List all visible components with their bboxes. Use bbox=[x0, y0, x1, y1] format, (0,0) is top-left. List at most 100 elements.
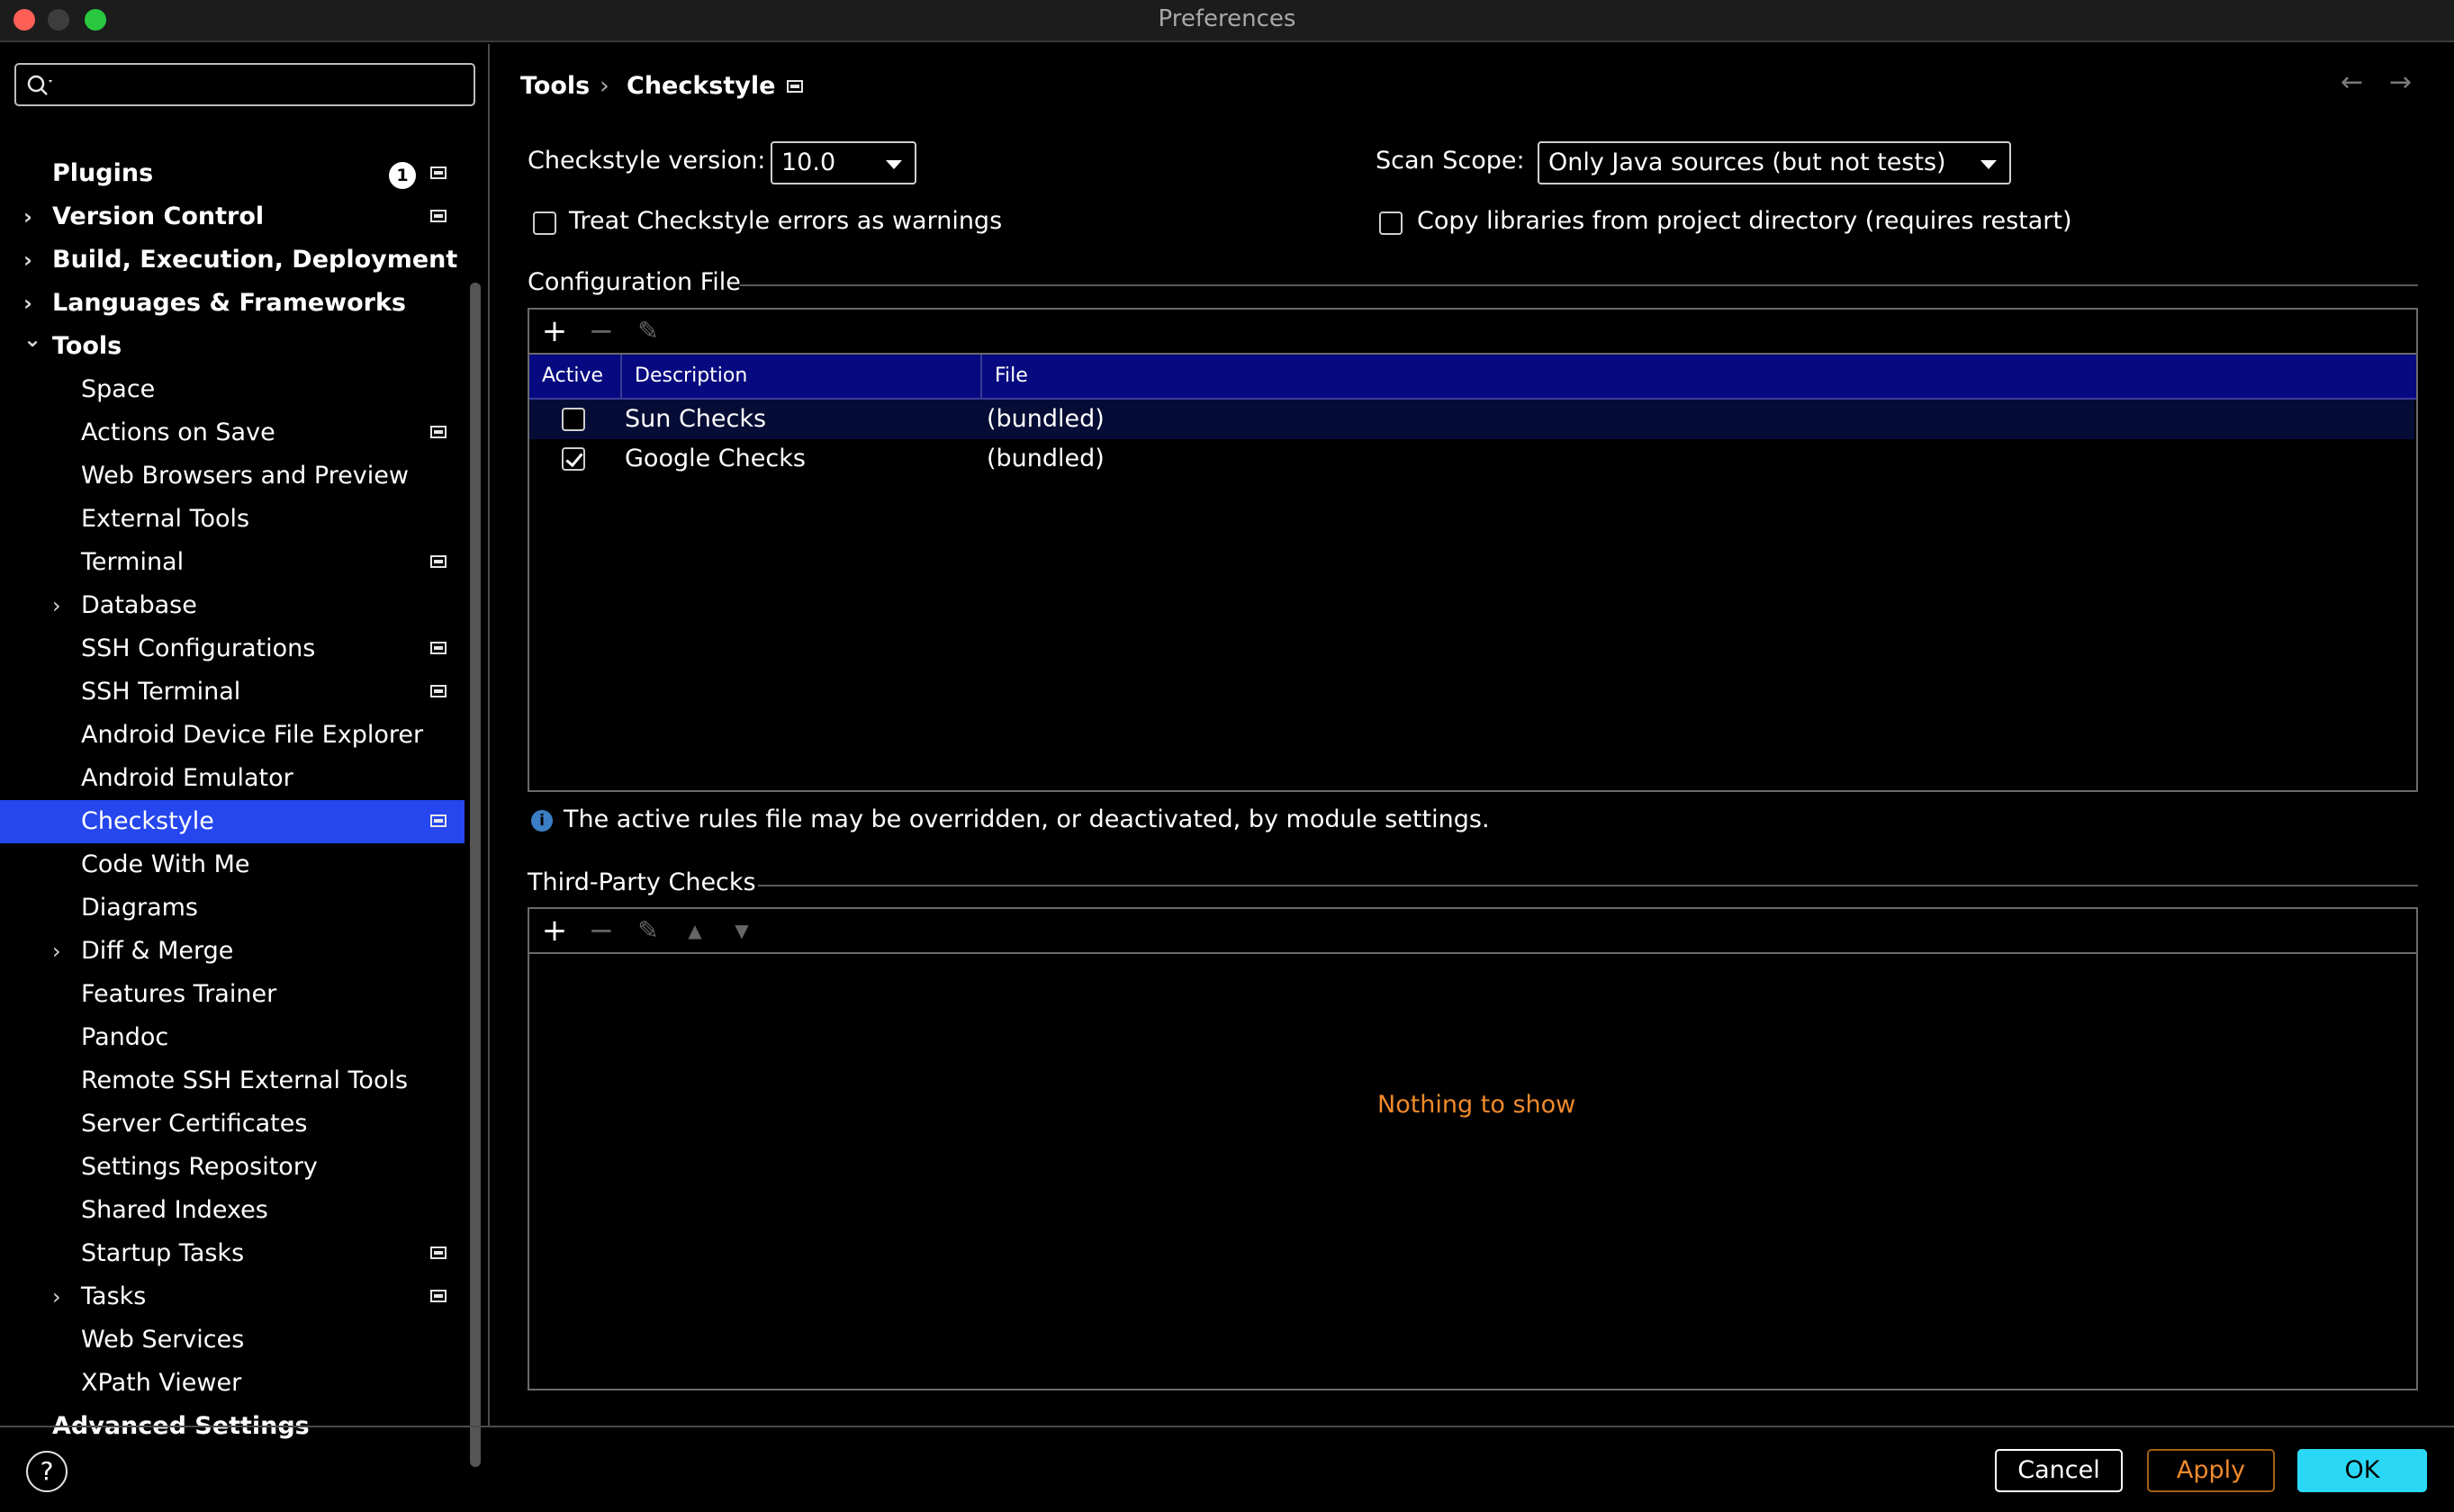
sidebar-item-xpath-viewer[interactable]: XPath Viewer bbox=[0, 1362, 465, 1405]
active-checkbox[interactable] bbox=[562, 408, 585, 431]
project-level-icon bbox=[430, 1290, 447, 1302]
sidebar-item-checkstyle[interactable]: Checkstyle bbox=[0, 800, 465, 843]
table-row[interactable]: Google Checks (bundled) bbox=[529, 439, 2414, 479]
back-arrow-icon[interactable]: ← bbox=[2341, 67, 2363, 98]
breadcrumb-parent[interactable]: Tools bbox=[520, 68, 590, 104]
sidebar-item-web-browsers-and-preview[interactable]: Web Browsers and Preview bbox=[0, 454, 465, 498]
sidebar-item-label: Space bbox=[81, 375, 156, 403]
sidebar-item-label: Code With Me bbox=[81, 850, 250, 878]
sidebar-item-label: Settings Repository bbox=[81, 1153, 318, 1181]
sidebar-item-web-services[interactable]: Web Services bbox=[0, 1318, 465, 1362]
treat-errors-label[interactable]: Treat Checkstyle errors as warnings bbox=[569, 207, 1002, 235]
sidebar-item-external-tools[interactable]: External Tools bbox=[0, 498, 465, 541]
footer-divider bbox=[0, 1426, 2454, 1427]
project-level-icon bbox=[430, 685, 447, 698]
sidebar-item-remote-ssh-external-tools[interactable]: Remote SSH External Tools bbox=[0, 1059, 465, 1102]
sidebar-item-tools[interactable]: ⌄ Tools bbox=[0, 325, 465, 368]
scan-scope-select[interactable]: Only Java sources (but not tests) bbox=[1538, 141, 2011, 184]
sidebar-item-code-with-me[interactable]: Code With Me bbox=[0, 843, 465, 886]
chevron-right-icon[interactable]: › bbox=[52, 584, 61, 627]
chevron-right-icon[interactable]: › bbox=[23, 238, 32, 282]
sidebar-item-android-emulator[interactable]: Android Emulator bbox=[0, 757, 465, 800]
configuration-toolbar: + − ✎ bbox=[529, 310, 2416, 355]
chevron-down-icon[interactable]: ⌄ bbox=[23, 318, 41, 361]
chevron-right-icon[interactable]: › bbox=[23, 195, 32, 238]
chevron-right-icon[interactable]: › bbox=[52, 1275, 61, 1318]
sidebar-item-label: Shared Indexes bbox=[81, 1196, 268, 1224]
sidebar-item-plugins[interactable]: Plugins 1 bbox=[0, 152, 465, 195]
sidebar-item-build-execution-deployment[interactable]: › Build, Execution, Deployment bbox=[0, 238, 465, 282]
sidebar-item-label: Terminal bbox=[81, 548, 185, 576]
sidebar-item-ssh-configurations[interactable]: SSH Configurations bbox=[0, 627, 465, 670]
add-icon[interactable]: + bbox=[538, 315, 571, 347]
sidebar-item-diff-merge[interactable]: › Diff & Merge bbox=[0, 930, 465, 973]
sidebar-item-space[interactable]: Space bbox=[0, 368, 465, 411]
sidebar-item-label: External Tools bbox=[81, 505, 250, 533]
project-level-icon bbox=[430, 555, 447, 568]
search-field[interactable] bbox=[14, 63, 475, 106]
sidebar-item-label: Version Control bbox=[52, 202, 265, 230]
help-button[interactable]: ? bbox=[26, 1451, 68, 1492]
sidebar-item-shared-indexes[interactable]: Shared Indexes bbox=[0, 1189, 465, 1232]
sidebar-item-startup-tasks[interactable]: Startup Tasks bbox=[0, 1232, 465, 1275]
search-input[interactable] bbox=[59, 70, 465, 99]
column-header-file[interactable]: File bbox=[982, 355, 1522, 398]
sidebar-item-version-control[interactable]: › Version Control bbox=[0, 195, 465, 238]
sidebar-item-label: Android Emulator bbox=[81, 764, 293, 792]
move-down-icon[interactable]: ▼ bbox=[726, 914, 758, 947]
info-text: The active rules file may be overridden,… bbox=[564, 806, 1490, 833]
sidebar-item-terminal[interactable]: Terminal bbox=[0, 541, 465, 584]
sidebar-item-tasks[interactable]: › Tasks bbox=[0, 1275, 465, 1318]
sidebar-item-label: Tools bbox=[52, 332, 122, 360]
remove-icon[interactable]: − bbox=[585, 315, 618, 347]
remove-icon[interactable]: − bbox=[585, 914, 618, 947]
sidebar-item-pandoc[interactable]: Pandoc bbox=[0, 1016, 465, 1059]
breadcrumb-separator: › bbox=[600, 72, 609, 100]
sidebar-item-label: Server Certificates bbox=[81, 1110, 308, 1138]
configuration-file-panel: + − ✎ Active Description File Sun Checks… bbox=[528, 308, 2418, 792]
forward-arrow-icon[interactable]: → bbox=[2389, 67, 2412, 98]
sidebar-item-label: Tasks bbox=[81, 1282, 147, 1310]
copy-libraries-checkbox[interactable] bbox=[1379, 212, 1403, 235]
treat-errors-checkbox[interactable] bbox=[533, 212, 556, 235]
table-row[interactable]: Sun Checks (bundled) bbox=[529, 400, 2414, 439]
copy-libraries-label[interactable]: Copy libraries from project directory (r… bbox=[1417, 207, 2072, 235]
sidebar-item-label: Startup Tasks bbox=[81, 1239, 245, 1267]
add-icon[interactable]: + bbox=[538, 914, 571, 947]
column-header-active[interactable]: Active bbox=[529, 355, 622, 398]
move-up-icon[interactable]: ▲ bbox=[679, 914, 711, 947]
sidebar-item-ssh-terminal[interactable]: SSH Terminal bbox=[0, 670, 465, 714]
row-description: Google Checks bbox=[625, 445, 806, 472]
sidebar-item-database[interactable]: › Database bbox=[0, 584, 465, 627]
ok-button[interactable]: OK bbox=[2297, 1449, 2427, 1492]
apply-button[interactable]: Apply bbox=[2147, 1449, 2275, 1492]
chevron-right-icon[interactable]: › bbox=[52, 930, 61, 973]
sidebar-item-label: Android Device File Explorer bbox=[81, 721, 424, 749]
edit-icon[interactable]: ✎ bbox=[632, 315, 664, 347]
sidebar-item-languages-frameworks[interactable]: › Languages & Frameworks bbox=[0, 282, 465, 325]
checkstyle-version-select[interactable]: 10.0 bbox=[771, 141, 916, 184]
sidebar-item-actions-on-save[interactable]: Actions on Save bbox=[0, 411, 465, 454]
sidebar-item-features-trainer[interactable]: Features Trainer bbox=[0, 973, 465, 1016]
dropdown-arrow-icon bbox=[886, 160, 902, 169]
row-file: (bundled) bbox=[987, 445, 1105, 472]
sidebar-item-label: Languages & Frameworks bbox=[52, 289, 407, 317]
column-header-description[interactable]: Description bbox=[622, 355, 982, 398]
search-icon bbox=[27, 75, 52, 95]
sidebar-scrollbar-thumb[interactable] bbox=[470, 283, 481, 1467]
scan-scope-value: Only Java sources (but not tests) bbox=[1548, 148, 1946, 176]
dropdown-arrow-icon bbox=[1980, 160, 1997, 169]
sidebar-item-server-certificates[interactable]: Server Certificates bbox=[0, 1102, 465, 1146]
edit-icon[interactable]: ✎ bbox=[632, 914, 664, 947]
project-level-icon bbox=[430, 166, 447, 179]
sidebar: Plugins 1 › Version Control › Build, Executio… bbox=[0, 44, 490, 1467]
sidebar-item-settings-repository[interactable]: Settings Repository bbox=[0, 1146, 465, 1189]
scan-scope-label: Scan Scope: bbox=[1376, 147, 1525, 175]
sidebar-item-diagrams[interactable]: Diagrams bbox=[0, 886, 465, 930]
sidebar-item-android-device-file-explorer[interactable]: Android Device File Explorer bbox=[0, 714, 465, 757]
active-checkbox[interactable] bbox=[562, 447, 585, 471]
project-level-icon bbox=[430, 426, 447, 438]
cancel-button[interactable]: Cancel bbox=[1995, 1449, 2123, 1492]
sidebar-item-label: Pandoc bbox=[81, 1023, 169, 1051]
sidebar-item-label: Checkstyle bbox=[81, 807, 214, 835]
